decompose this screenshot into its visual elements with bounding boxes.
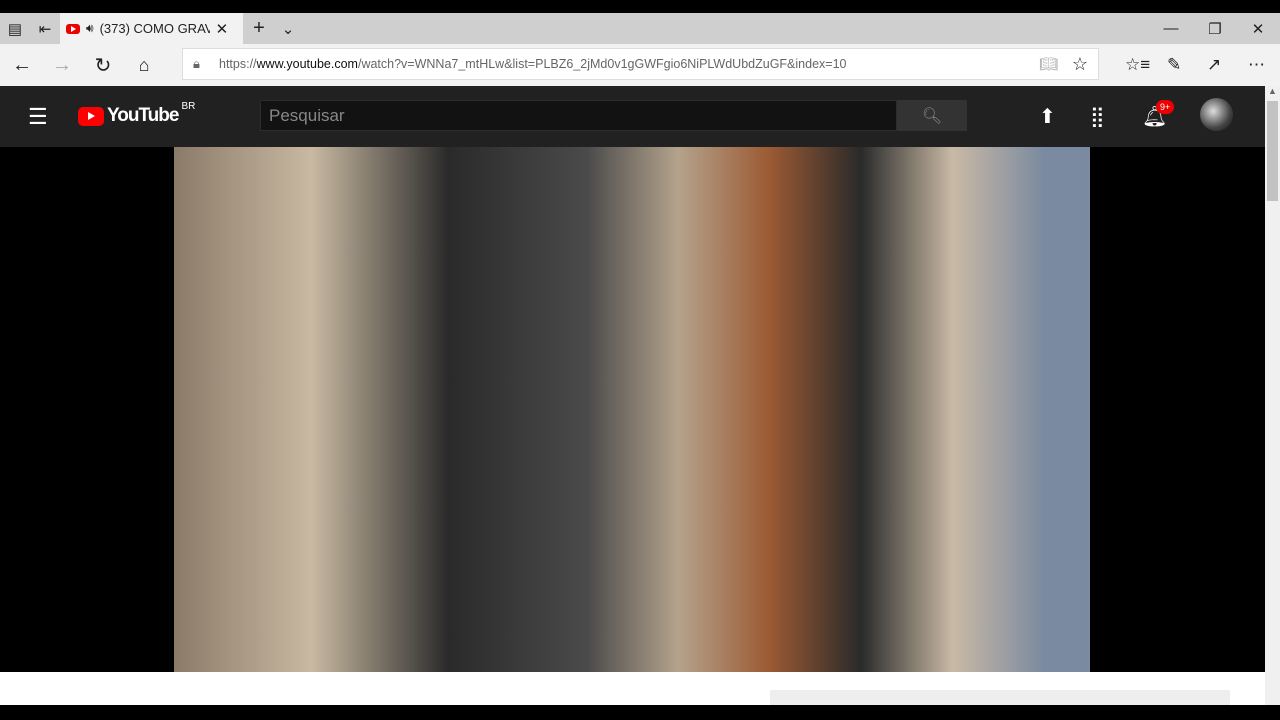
reading-view-icon[interactable]: 📖︎	[1039, 55, 1058, 73]
youtube-play-icon	[78, 106, 104, 126]
new-tab-icon[interactable]: +	[243, 17, 275, 40]
set-aside-tabs-icon[interactable]: ⇤	[30, 20, 60, 38]
favorites-hub-icon[interactable]: ☆≡	[1125, 55, 1150, 75]
more-icon[interactable]: ⋯	[1248, 55, 1265, 75]
search-button[interactable]: 🔍︎	[897, 100, 967, 131]
refresh-icon[interactable]: ↻	[91, 53, 115, 78]
url-domain: www.youtube.com	[256, 57, 358, 71]
tab-title: (373) COMO GRAVA	[99, 21, 210, 36]
url-path: /watch?v=WNNa7_mtHLw&list=PLBZ6_2jMd0v1g…	[357, 57, 847, 71]
url-prefix: https://	[219, 57, 257, 71]
tab-bar: ▤ ⇤ 🔊︎ (373) COMO GRAVA ✕ + ⌄ — ❐ ✕	[0, 13, 1280, 44]
youtube-logo[interactable]: YouTube BR	[78, 101, 195, 127]
favorite-star-icon[interactable]: ☆	[1072, 54, 1088, 75]
screen-border-top	[0, 0, 1280, 13]
video-frame[interactable]	[174, 147, 1090, 672]
share-icon[interactable]: ↗	[1207, 55, 1221, 75]
navigation-bar: ← → ↻ ⌂ 🔒︎ https://www.youtube.com/watch…	[0, 44, 1280, 86]
home-icon[interactable]: ⌂	[132, 55, 156, 76]
notification-badge: 9+	[1156, 100, 1175, 114]
search-icon: 🔍︎	[921, 107, 943, 125]
back-icon[interactable]: ←	[10, 54, 34, 77]
scrollbar[interactable]: ▲	[1265, 86, 1280, 705]
upload-icon[interactable]: ⬆	[1039, 104, 1056, 129]
screen-border-bottom	[0, 705, 1280, 720]
scroll-up-icon[interactable]: ▲	[1268, 86, 1277, 96]
sidebar-placeholder	[770, 690, 1230, 705]
page-content-below-video	[0, 672, 1265, 705]
close-window-icon[interactable]: ✕	[1236, 20, 1280, 38]
youtube-favicon	[66, 23, 80, 34]
scrollbar-thumb[interactable]	[1267, 101, 1278, 201]
chevron-down-icon[interactable]: ⌄	[275, 20, 301, 38]
search-placeholder: Pesquisar	[269, 106, 345, 125]
address-bar[interactable]: 🔒︎ https://www.youtube.com/watch?v=WNNa7…	[182, 48, 1099, 80]
avatar[interactable]	[1200, 98, 1233, 131]
menu-icon[interactable]: ☰	[28, 104, 48, 130]
audio-playing-icon[interactable]: 🔊︎	[86, 21, 94, 36]
youtube-header: ☰ YouTube BR Pesquisar 🔍︎ ⬆ ⣿ 🔔︎ 9+	[0, 86, 1265, 147]
minimize-icon[interactable]: —	[1148, 20, 1194, 37]
restore-icon[interactable]: ❐	[1194, 20, 1236, 38]
close-tab-icon[interactable]: ✕	[216, 20, 229, 38]
tab-youtube[interactable]: 🔊︎ (373) COMO GRAVA ✕	[60, 13, 243, 44]
search-input[interactable]: Pesquisar	[260, 100, 897, 131]
logo-text: YouTube	[107, 105, 179, 126]
tab-list-icon[interactable]: ▤	[0, 20, 30, 38]
region-label: BR	[181, 101, 196, 112]
forward-icon[interactable]: →	[50, 54, 74, 77]
apps-grid-icon[interactable]: ⣿	[1090, 104, 1105, 129]
video-player[interactable]	[0, 147, 1265, 672]
lock-icon: 🔒︎	[193, 56, 200, 71]
web-note-icon[interactable]: ✎	[1167, 55, 1181, 75]
